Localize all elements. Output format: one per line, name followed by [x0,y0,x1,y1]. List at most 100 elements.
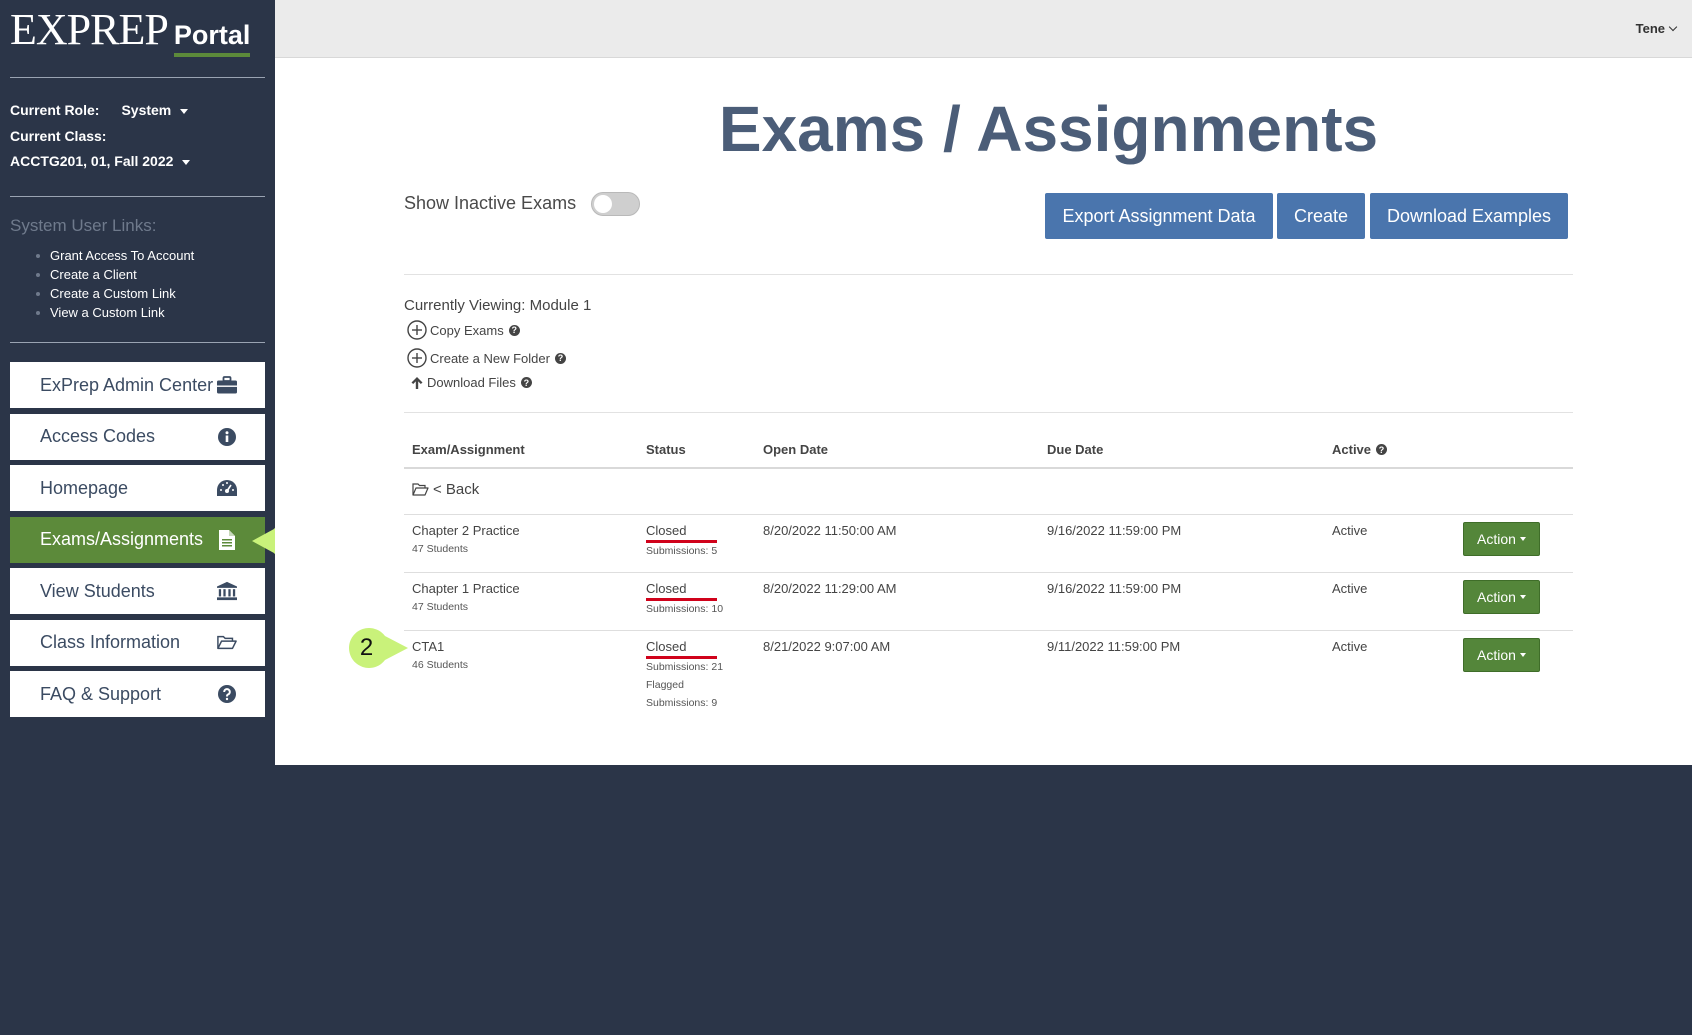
create-new-folder-action[interactable]: Create a New Folder? [407,348,566,368]
currently-viewing: Currently Viewing: Module 1 [404,297,592,314]
caret-down-icon [180,108,189,114]
exam-name[interactable]: Chapter 2 Practice [412,523,520,538]
caret-down-icon [1519,595,1526,599]
action-label: Action [1477,531,1516,547]
info-icon [217,427,237,447]
help-icon[interactable]: ? [520,377,532,388]
nav-item-admin-center[interactable]: ExPrep Admin Center [10,362,265,408]
download-files-label: Download Files [427,375,516,390]
row-divider [404,572,1573,573]
nav-label: Access Codes [40,426,156,446]
active-status: Active [1332,639,1368,654]
link-create-custom-link[interactable]: Create a Custom Link [36,284,194,303]
status-underline [646,656,717,659]
sidebar: EXPREP Portal Current Role: System Current… [0,0,310,1035]
row-divider [404,514,1573,515]
section-divider [404,412,1573,413]
folder-open-icon [217,633,237,653]
logo-portal: Portal [173,20,251,57]
nav-item-homepage[interactable]: Homepage [10,465,265,511]
download-files-action[interactable]: Download Files? [411,375,532,390]
folder-open-icon [412,483,429,496]
status-value: Closed [646,639,687,654]
arrow-up-icon [411,376,423,389]
plus-circle-icon [407,348,427,368]
link-create-client[interactable]: Create a Client [36,265,194,284]
nav-item-access-codes[interactable]: Access Codes [10,413,265,460]
status-underline [646,540,717,543]
caret-down-icon [1519,537,1526,541]
current-class-label: Current Class: [10,127,107,144]
copy-exams-action[interactable]: Copy Exams? [407,320,520,340]
column-header-active-label: Active [1332,442,1372,457]
sidebar-divider [10,342,265,343]
nav-label: Exams/Assignments [40,529,204,549]
nav-item-exams-assignments[interactable]: Exams/Assignments [10,516,265,563]
action-dropdown-button[interactable]: Action [1463,638,1540,672]
column-header-due-date[interactable]: Due Date [1047,442,1103,457]
row-divider [404,630,1573,631]
show-inactive-label: Show Inactive Exams [404,193,577,213]
create-button[interactable]: Create [1277,193,1365,239]
column-header-active[interactable]: Active? [1332,442,1388,457]
nav-item-view-students[interactable]: View Students [10,568,265,614]
help-icon[interactable]: ? [554,352,566,364]
status-underline [646,598,717,601]
plus-circle-icon [407,320,427,340]
nav-label: Class Information [40,632,181,652]
help-icon[interactable]: ? [508,324,520,336]
nav-item-class-information[interactable]: Class Information [10,619,265,666]
main-content: Exams / Assignments Show Inactive Exams … [275,58,1692,765]
status-value: Closed [646,581,687,596]
due-date: 9/11/2022 11:59:00 PM [1047,639,1181,654]
user-menu[interactable]: Tene [1635,21,1678,36]
exam-name[interactable]: Chapter 1 Practice [412,581,520,596]
help-icon[interactable]: ? [1376,444,1388,455]
logo-brand: EXPREP [10,5,169,54]
action-dropdown-button[interactable]: Action [1463,580,1540,614]
flagged-submissions-count: Submissions: 9 [646,697,718,709]
action-label: Action [1477,589,1516,605]
nav-label: ExPrep Admin Center [40,374,214,395]
callout-2: 2 [343,628,408,668]
document-icon [217,529,237,550]
show-inactive-toggle[interactable] [591,192,640,216]
student-count: 47 Students [412,543,469,555]
download-examples-button[interactable]: Download Examples [1370,193,1568,239]
action-label: Action [1477,647,1516,663]
submissions-count: Submissions: 10 [646,603,724,615]
current-class-value: ACCTG201, 01, Fall 2022 [10,153,174,169]
sidebar-divider [10,77,265,78]
exprep-portal-logo[interactable]: EXPREP Portal [10,4,251,60]
column-header-exam[interactable]: Exam/Assignment [412,442,525,457]
link-grant-access[interactable]: Grant Access To Account [36,246,194,265]
column-header-open-date[interactable]: Open Date [763,442,828,457]
link-view-custom-link[interactable]: View a Custom Link [36,303,194,322]
due-date: 9/16/2022 11:59:00 PM [1047,523,1182,538]
briefcase-icon [217,375,237,395]
flagged-label: Flagged [646,679,684,691]
nav-item-faq-support[interactable]: FAQ & Support [10,671,265,717]
current-role-dropdown[interactable]: System [121,102,189,118]
open-date: 8/20/2022 11:29:00 AM [763,581,897,596]
active-status: Active [1332,523,1368,538]
open-date: 8/21/2022 9:07:00 AM [763,639,891,654]
current-role-label: Current Role: [10,102,100,118]
status-cell: Closed Submissions: 21 Flagged Submissio… [646,639,723,709]
column-header-status[interactable]: Status [646,442,686,457]
page-title: Exams / Assignments [718,93,1379,165]
status-cell: Closed Submissions: 5 [646,523,717,557]
user-name: Tene [1635,21,1665,36]
sidebar-nav: ExPrep Admin Center Access Codes Homepag… [10,362,265,723]
back-link[interactable]: < Back [412,481,479,498]
export-assignment-data-button[interactable]: Export Assignment Data [1045,193,1273,239]
current-class-dropdown[interactable]: ACCTG201, 01, Fall 2022 [10,149,191,175]
action-dropdown-button[interactable]: Action [1463,522,1540,556]
current-role-value: System [121,102,172,118]
exam-name[interactable]: CTA1 [412,639,468,654]
student-count: 47 Students [412,601,469,613]
status-value: Closed [646,523,687,538]
student-count: 46 Students [412,659,469,671]
role-class-selector: Current Role: System Current Class: ACCTG… [10,98,191,175]
chevron-down-icon [1668,22,1678,32]
